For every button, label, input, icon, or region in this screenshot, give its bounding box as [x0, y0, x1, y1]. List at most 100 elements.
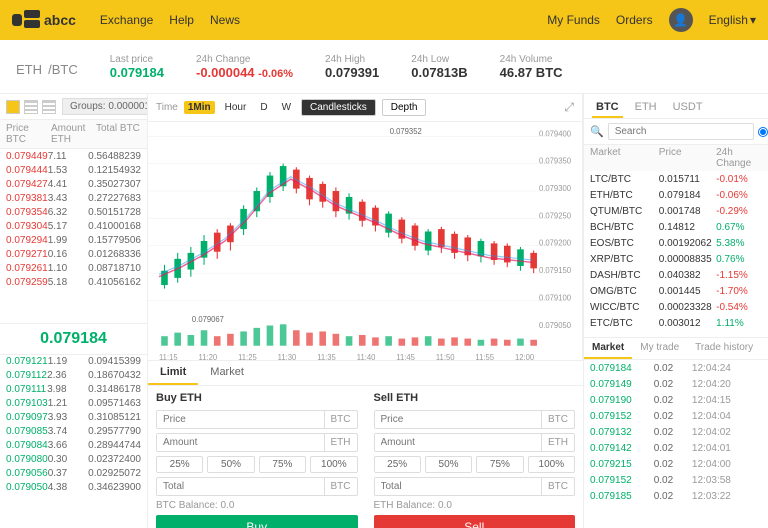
tab-trade-history[interactable]: Trade history: [687, 338, 761, 359]
svg-text:0.079300: 0.079300: [539, 184, 572, 193]
svg-text:11:35: 11:35: [317, 353, 336, 360]
sell-order-row[interactable]: 0.0793045.170.41000168: [0, 219, 147, 233]
groups-select[interactable]: Groups: 0.000001: [62, 98, 148, 115]
market-tabs: BTC ETH USDT: [584, 94, 768, 119]
buy-order-row[interactable]: 0.0790853.740.29577790: [0, 425, 147, 439]
orderbook-toolbar: Groups: 0.000001: [0, 94, 147, 120]
svg-text:0.079200: 0.079200: [539, 238, 572, 247]
pct-50-btn[interactable]: 50%: [207, 456, 254, 473]
sell-order-row[interactable]: 0.0794274.410.35027307: [0, 177, 147, 191]
tab-my-trade[interactable]: My trade: [632, 338, 687, 359]
market-list-item[interactable]: OMG/BTC0.001445-1.70%: [584, 283, 768, 299]
time-w[interactable]: W: [278, 101, 295, 114]
sell-pct-100-btn[interactable]: 100%: [528, 456, 575, 473]
sell-order-row[interactable]: 0.0793546.320.50151728: [0, 205, 147, 219]
user-avatar[interactable]: 👤: [669, 8, 693, 32]
sell-total-input[interactable]: [375, 478, 542, 495]
pct-100-btn[interactable]: 100%: [310, 456, 357, 473]
last-price-stat: Last price 0.079184: [110, 54, 164, 80]
buy-order-row[interactable]: 0.0791122.360.18670432: [0, 369, 147, 383]
view-btn-list[interactable]: [24, 100, 38, 114]
svg-text:11:30: 11:30: [278, 353, 297, 360]
buy-order-row[interactable]: 0.0791113.980.31486178: [0, 383, 147, 397]
buy-order-row[interactable]: 0.0790504.380.34623900: [0, 481, 147, 495]
sell-pct-50-btn[interactable]: 50%: [425, 456, 472, 473]
expand-icon[interactable]: ⤢: [564, 100, 574, 115]
buy-order-row[interactable]: 0.0790560.370.02925072: [0, 467, 147, 481]
svg-text:11:45: 11:45: [396, 353, 415, 360]
buy-total-input[interactable]: [157, 478, 324, 495]
tab-market[interactable]: Market: [198, 361, 256, 385]
volume-value: 46.87 BTC: [500, 65, 563, 80]
time-hour[interactable]: Hour: [221, 101, 251, 114]
nav-help[interactable]: Help: [169, 13, 194, 27]
sell-order-row[interactable]: 0.0793813.430.27227683: [0, 191, 147, 205]
sell-pct-75-btn[interactable]: 75%: [476, 456, 523, 473]
buy-order-row[interactable]: 0.0790800.300.02372400: [0, 453, 147, 467]
depth-btn[interactable]: Depth: [382, 99, 427, 116]
buy-button[interactable]: Buy: [156, 515, 358, 528]
sell-price-unit: BTC: [541, 411, 574, 428]
svg-text:0.079352: 0.079352: [390, 127, 423, 136]
sell-order-row[interactable]: 0.0794497.110.56488239: [0, 149, 147, 163]
market-list-item[interactable]: ETC/BTC0.0030121.11%: [584, 315, 768, 331]
buy-order-row[interactable]: 0.0791031.210.09571463: [0, 397, 147, 411]
nav-news[interactable]: News: [210, 13, 240, 27]
sell-amount-input[interactable]: [375, 434, 542, 451]
sell-total-unit: BTC: [541, 478, 574, 495]
ticker-symbol: ETH /BTC: [16, 54, 78, 80]
market-list-item[interactable]: QTUM/BTC0.001748-0.29%: [584, 203, 768, 219]
sell-order-row[interactable]: 0.0792941.990.15779506: [0, 233, 147, 247]
search-row: 🔍 Change Volume: [584, 119, 768, 145]
sell-price-input[interactable]: [375, 411, 542, 428]
tab-btc[interactable]: BTC: [592, 98, 623, 118]
market-list-item[interactable]: LTC/BTC0.015711-0.01%: [584, 171, 768, 187]
change-toggle[interactable]: Change: [758, 126, 768, 137]
svg-text:0.079150: 0.079150: [539, 266, 572, 275]
buy-amount-input[interactable]: [157, 434, 324, 451]
tab-usdt[interactable]: USDT: [669, 98, 707, 118]
pct-75-btn[interactable]: 75%: [259, 456, 306, 473]
history-row-item: 0.0791520.0212:03:58: [584, 472, 768, 488]
tab-limit[interactable]: Limit: [148, 361, 198, 385]
main-content: ETH /BTC Last price 0.079184 24h Change …: [0, 40, 768, 528]
high-value: 0.079391: [325, 65, 379, 80]
sell-pct-25-btn[interactable]: 25%: [374, 456, 421, 473]
market-list-item[interactable]: WICC/BTC0.00023328-0.54%: [584, 299, 768, 315]
svg-text:11:55: 11:55: [475, 353, 494, 360]
time-1min[interactable]: 1Min: [184, 101, 215, 114]
view-btn-grid[interactable]: [6, 100, 20, 114]
sell-order-row[interactable]: 0.0792710.160.01268336: [0, 247, 147, 261]
market-search-input[interactable]: [608, 123, 754, 140]
market-list-item[interactable]: EOS/BTC0.001920625.38%: [584, 235, 768, 251]
time-d[interactable]: D: [256, 101, 271, 114]
pct-25-btn[interactable]: 25%: [156, 456, 203, 473]
buy-order-row[interactable]: 0.0790843.660.28944744: [0, 439, 147, 453]
buy-price-input[interactable]: [157, 411, 324, 428]
language-selector[interactable]: English ▾: [709, 13, 756, 27]
history-row-item: 0.0791420.0212:04:01: [584, 440, 768, 456]
market-list-item[interactable]: BCH/BTC0.148120.67%: [584, 219, 768, 235]
tab-market-history[interactable]: Market: [584, 338, 632, 359]
nav-exchange[interactable]: Exchange: [100, 13, 153, 27]
my-funds-button[interactable]: My Funds: [547, 13, 600, 27]
orders-button[interactable]: Orders: [616, 13, 653, 27]
sell-amount-input-row: ETH: [374, 433, 576, 452]
tab-eth[interactable]: ETH: [631, 98, 661, 118]
buy-order-row[interactable]: 0.0791211.190.09415399: [0, 355, 147, 369]
header: abcc Exchange Help News My Funds Orders …: [0, 0, 768, 40]
sell-amount-unit: ETH: [541, 434, 574, 451]
market-list-item[interactable]: DASH/BTC0.040382-1.15%: [584, 267, 768, 283]
buy-order-row[interactable]: 0.0790973.930.31085121: [0, 411, 147, 425]
view-btn-compact[interactable]: [42, 100, 56, 114]
market-list-item[interactable]: XRP/BTC0.000088350.76%: [584, 251, 768, 267]
sell-order-row[interactable]: 0.0792595.180.41056162: [0, 275, 147, 289]
sell-button[interactable]: Sell: [374, 515, 576, 528]
sell-order-row[interactable]: 0.0794441.530.12154932: [0, 163, 147, 177]
market-list-item[interactable]: ETH/BTC0.079184-0.06%: [584, 187, 768, 203]
chart-container: 0.079400 0.079350 0.079300 0.079250 0.07…: [148, 122, 582, 360]
ticker-quote: /BTC: [48, 62, 78, 77]
sell-order-row[interactable]: 0.0792611.100.08718710: [0, 261, 147, 275]
candlesticks-btn[interactable]: Candlesticks: [301, 99, 376, 116]
trade-form-panel: Limit Market Buy ETH BTC ETH: [148, 360, 583, 528]
